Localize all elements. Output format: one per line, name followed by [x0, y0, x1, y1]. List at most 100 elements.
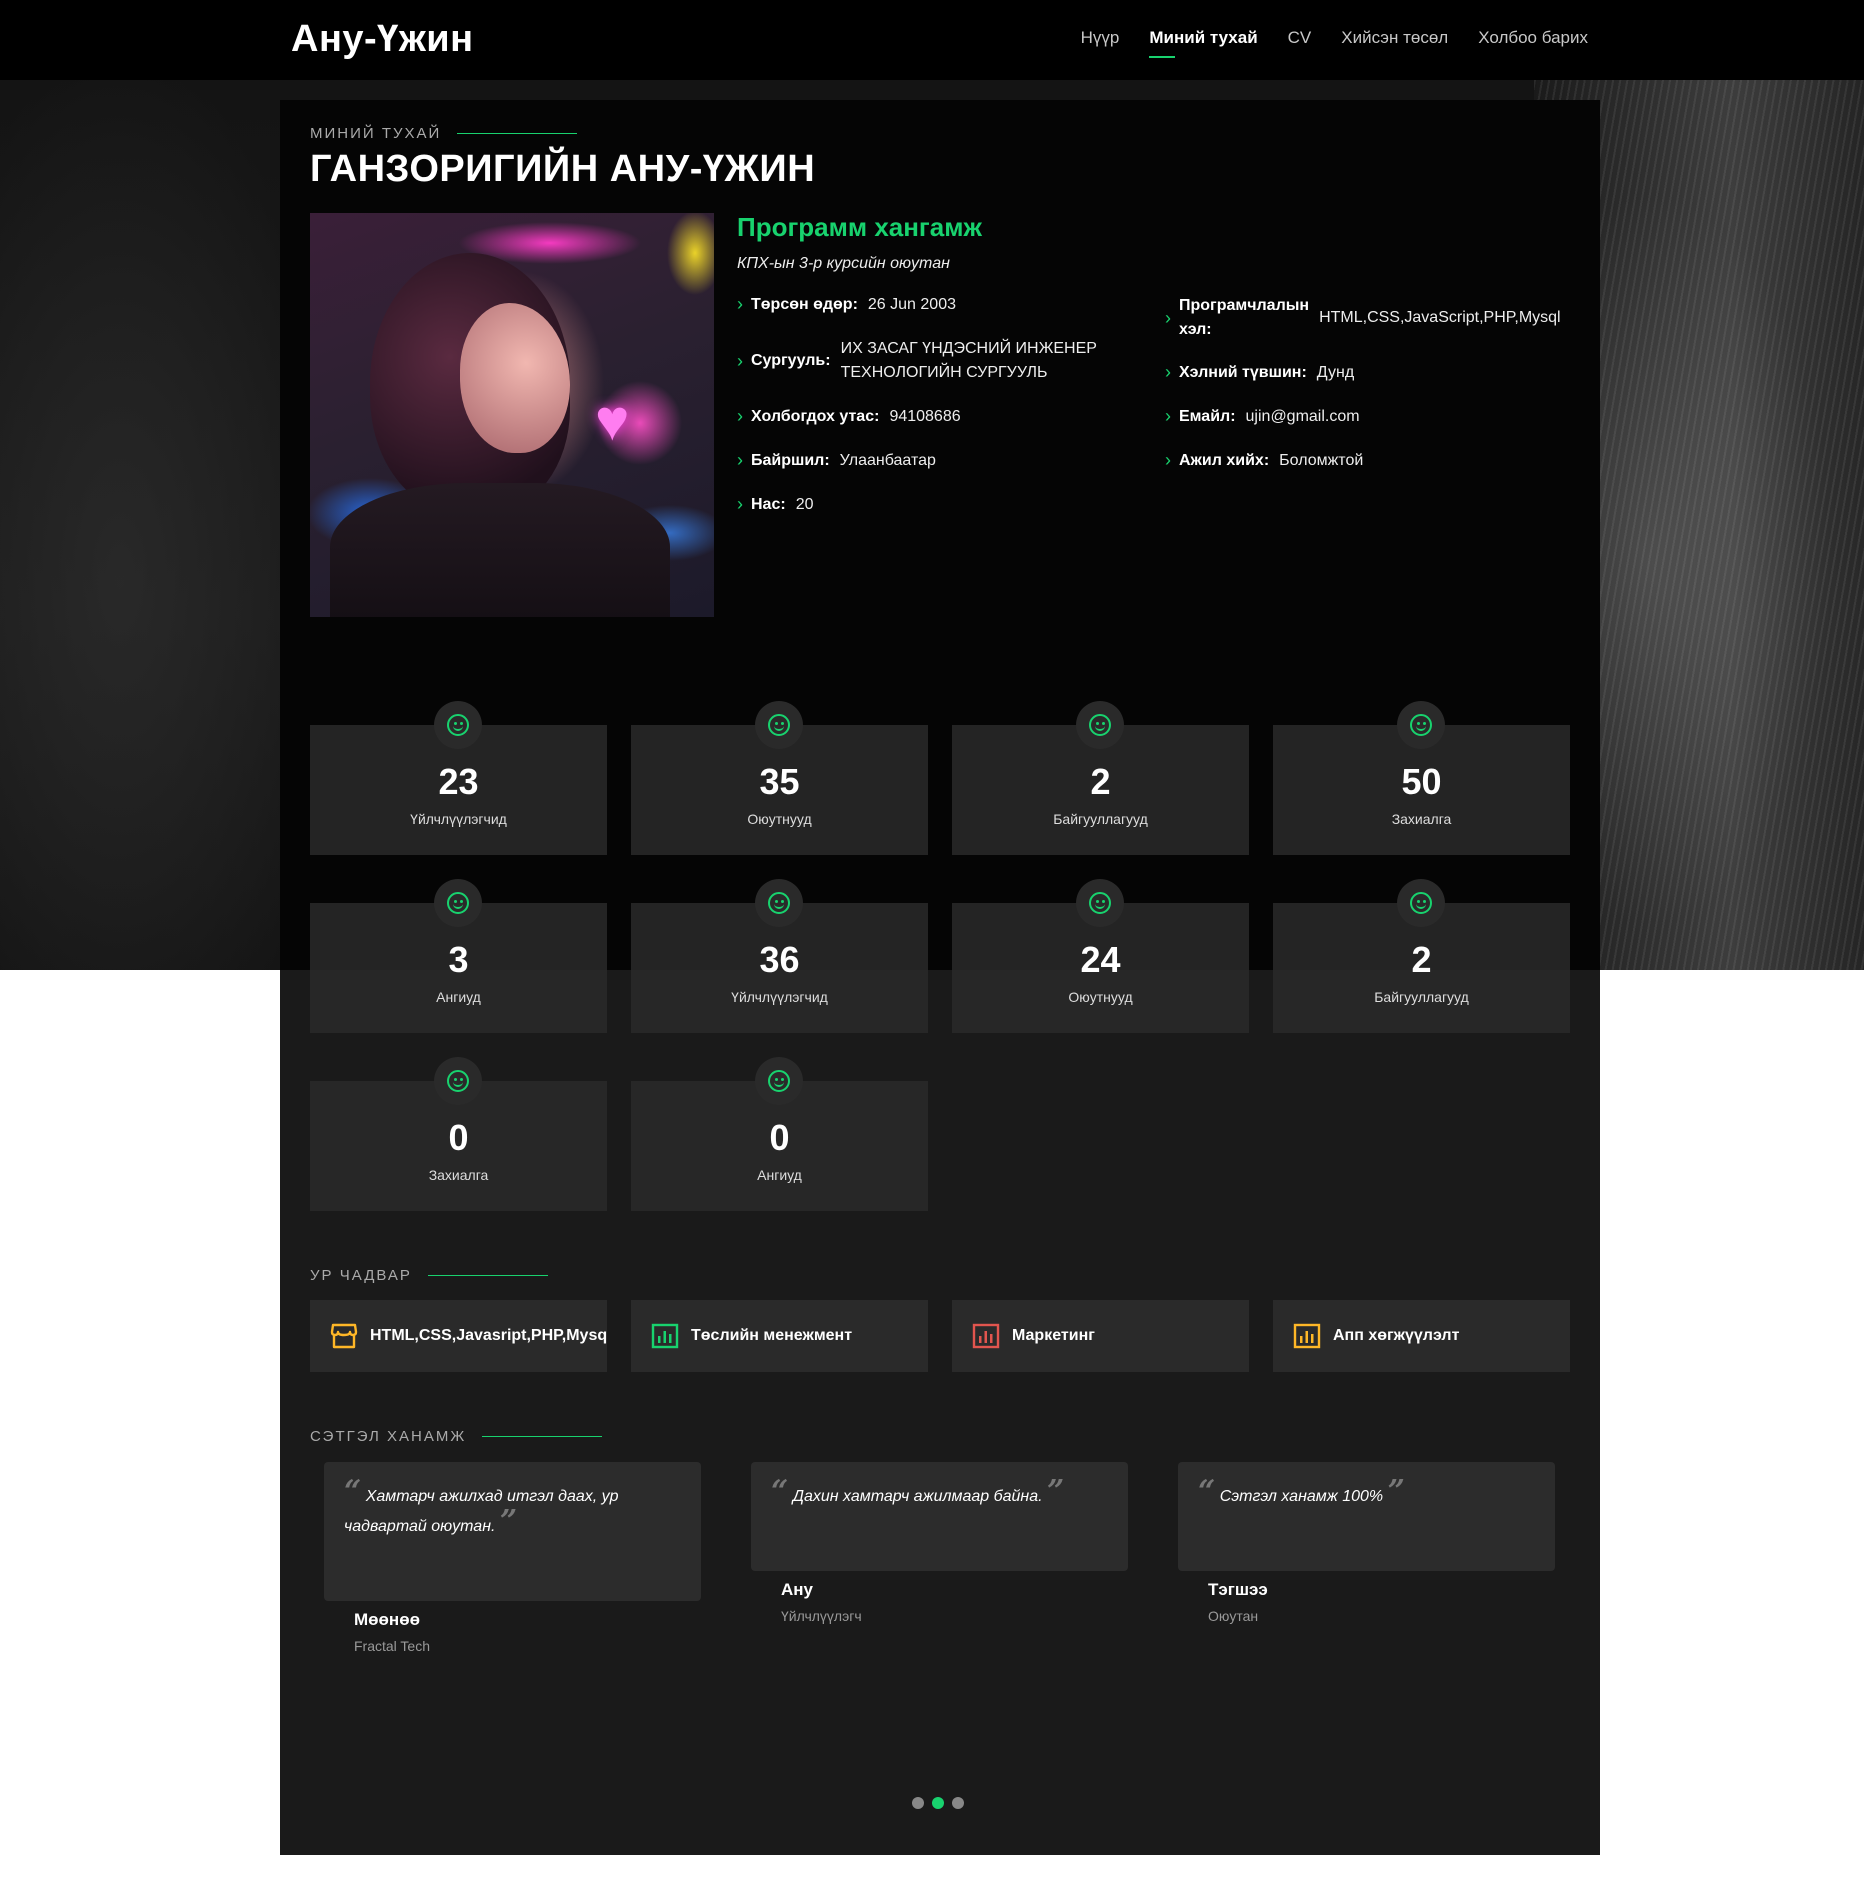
- stat-label: Ангиуд: [436, 989, 481, 1005]
- testimonial-text: “ Хамтарч ажилхад итгэл даах, ур чадварт…: [344, 1477, 679, 1542]
- testimonial-author-role: Оюутан: [1208, 1608, 1259, 1624]
- stat-label: Ангиуд: [757, 1167, 802, 1183]
- info-label: Холбогдох утас:: [751, 407, 880, 425]
- brand-logo[interactable]: Ану-Үжин: [291, 18, 474, 61]
- info-value[interactable]: ujin@gmail.com: [1246, 408, 1360, 426]
- info-value: HTML,CSS,JavaScript,PHP,Mysql: [1319, 309, 1561, 326]
- about-section-title: МИНИЙ ТУХАЙ: [310, 125, 442, 142]
- photo-jacket: [330, 483, 670, 617]
- stat-card: 50 Захиалга: [1273, 701, 1570, 855]
- info-birthday: › Төрсөн өдөр: 26 Jun 2003: [737, 294, 956, 315]
- chevron-right-icon: ›: [737, 350, 743, 371]
- chevron-right-icon: ›: [737, 406, 743, 426]
- stat-card: 23 Үйлчлүүлэгчид: [310, 701, 607, 855]
- bar-chart-icon: [972, 1323, 1000, 1349]
- smile-icon: [434, 701, 482, 749]
- stat-number: 50: [1401, 761, 1442, 802]
- testimonials-section-label: СЭТГЭЛ ХАНАМЖ: [310, 1428, 603, 1445]
- nav-link-contact[interactable]: Холбоо барих: [1478, 28, 1588, 58]
- quote-close-icon: ”: [1047, 1474, 1065, 1509]
- section-divider: [457, 133, 578, 134]
- info-value: Улаанбаатар: [839, 451, 936, 469]
- info-label: Емайл:: [1179, 407, 1236, 425]
- info-value: Боломжтой: [1279, 451, 1364, 469]
- stat-card: 2 Байгууллагууд: [952, 701, 1249, 855]
- smile-icon: [1397, 701, 1445, 749]
- skill-card: Төслийн менежмент: [631, 1300, 928, 1372]
- smile-icon: [1076, 701, 1124, 749]
- navbar: Ану-Үжин Нүүр Миний тухай CV Хийсэн төсө…: [0, 0, 1864, 80]
- testimonial-author-role: Үйлчлүүлэгч: [781, 1608, 862, 1624]
- stat-number: 35: [759, 761, 800, 802]
- stat-number: 36: [759, 939, 800, 980]
- info-age: › Нас: 20: [737, 494, 813, 515]
- stat-label: Үйлчлүүлэгчид: [410, 811, 507, 827]
- skill-name: Маркетинг: [1012, 1327, 1095, 1344]
- neon-heart-icon: ♥: [595, 388, 630, 453]
- info-phone: › Холбогдох утас: 94108686: [737, 406, 961, 427]
- carousel-dot-active[interactable]: [932, 1797, 944, 1809]
- quote-open-icon: “: [771, 1474, 789, 1509]
- nav-link-projects[interactable]: Хийсэн төсөл: [1341, 28, 1448, 58]
- bar-chart-icon: [651, 1323, 679, 1349]
- stat-card: 0 Ангиуд: [631, 1057, 928, 1211]
- bar-chart-icon: [1293, 1323, 1321, 1349]
- info-email: › Емайл: ujin@gmail.com: [1165, 406, 1360, 427]
- info-availability: › Ажил хийх: Боломжтой: [1165, 450, 1363, 471]
- testimonial-card: “ Дахин хамтарч ажилмаар байна. ”: [751, 1462, 1128, 1571]
- smile-icon: [755, 701, 803, 749]
- role-subtitle: КПХ-ын 3-р курсийн оюутан: [737, 255, 950, 272]
- info-value: 94108686: [889, 407, 961, 425]
- about-section-label: МИНИЙ ТУХАЙ: [310, 125, 578, 142]
- stat-label: Оюутнууд: [747, 811, 812, 827]
- testimonial-line-2: чадвартай оюутан.: [344, 1518, 496, 1535]
- nav-links: Нүүр Миний тухай CV Хийсэн төсөл Холбоо …: [1081, 28, 1588, 58]
- stat-card: 35 Оюутнууд: [631, 701, 928, 855]
- stat-number: 2: [1411, 939, 1432, 980]
- info-value: Дунд: [1316, 363, 1355, 381]
- smile-icon: [755, 879, 803, 927]
- info-value: 26 Jun 2003: [867, 295, 956, 313]
- info-value: ИХ ЗАСАГ ҮНДЭСНИЙ ИНЖЕНЕР ТЕХНОЛОГИЙН СУ…: [841, 337, 1097, 385]
- testimonial-author: Мөөнөө: [354, 1610, 420, 1629]
- carousel-dot[interactable]: [912, 1797, 924, 1809]
- carousel-dot[interactable]: [952, 1797, 964, 1809]
- stat-card: 3 Ангиуд: [310, 879, 607, 1033]
- nav-link-about[interactable]: Миний тухай: [1149, 28, 1258, 58]
- role-title: Программ хангамж: [737, 212, 982, 242]
- stat-label: Байгууллагууд: [1374, 989, 1469, 1005]
- skill-card: HTML,CSS,Javasript,PHP,Mysql: [310, 1300, 607, 1372]
- testimonial-card: “ Хамтарч ажилхад итгэл даах, ур чадварт…: [324, 1462, 701, 1601]
- testimonial-line-1: Хамтарч ажилхад итгэл даах, ур: [365, 1488, 619, 1505]
- chevron-right-icon: ›: [1165, 362, 1171, 382]
- testimonial-line-1: Дахин хамтарч ажилмаар байна.: [792, 1488, 1043, 1505]
- stat-card: 36 Үйлчлүүлэгчид: [631, 879, 928, 1033]
- info-label: Ажил хийх:: [1179, 451, 1270, 469]
- info-label: Сургууль:: [751, 352, 831, 369]
- testimonial-author: Ану: [781, 1580, 813, 1599]
- stat-label: Захиалга: [428, 1167, 489, 1183]
- profile-photo: ♥: [310, 213, 714, 617]
- stat-number: 2: [1090, 761, 1111, 802]
- smile-icon: [1397, 879, 1445, 927]
- testimonial-line-1: Сэтгэл ханамж 100%: [1219, 1488, 1384, 1505]
- label-line-2: хэл:: [1179, 321, 1212, 338]
- skill-card: Маркетинг: [952, 1300, 1249, 1372]
- label-line-1: Програмчлалын: [1179, 297, 1310, 314]
- stat-card: 0 Захиалга: [310, 1057, 607, 1211]
- nav-link-home[interactable]: Нүүр: [1081, 28, 1120, 58]
- skills-section-title: УР ЧАДВАР: [310, 1267, 412, 1284]
- testimonial-card: “ Сэтгэл ханамж 100% ”: [1178, 1462, 1555, 1571]
- info-label: Програмчлалын хэл:: [1179, 294, 1309, 342]
- skill-name: Апп хөгжүүлэлт: [1333, 1327, 1460, 1344]
- testimonial-author: Тэгшээ: [1208, 1580, 1268, 1599]
- section-divider: [427, 1275, 548, 1276]
- stat-number: 23: [438, 761, 479, 802]
- quote-open-icon: “: [344, 1474, 362, 1509]
- stat-number: 24: [1080, 939, 1121, 980]
- carousel-pagination: [912, 1797, 964, 1809]
- chevron-right-icon: ›: [1165, 450, 1171, 470]
- nav-link-cv[interactable]: CV: [1288, 28, 1312, 58]
- info-programming-languages: › Програмчлалын хэл: HTML,CSS,JavaScript…: [1165, 294, 1561, 342]
- quote-close-icon: ”: [499, 1504, 518, 1539]
